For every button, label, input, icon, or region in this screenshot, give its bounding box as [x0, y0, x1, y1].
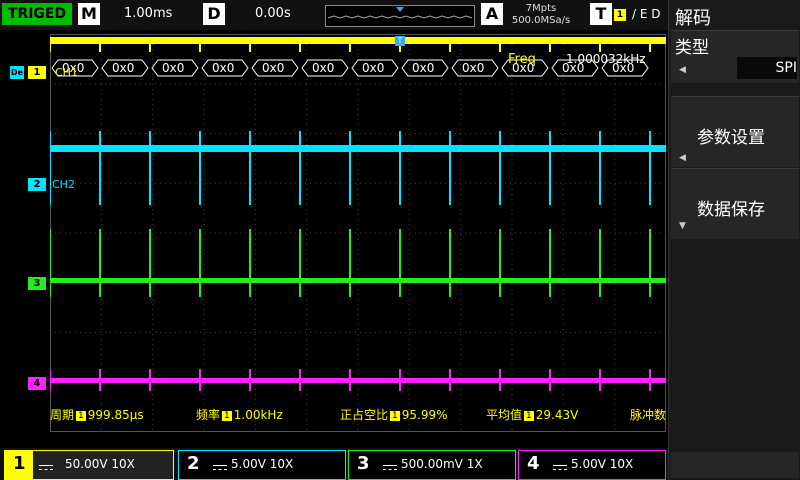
trigger-edge-type[interactable]: / E D [632, 3, 661, 25]
ch2-scale-box[interactable]: 2 5.00V 10X [178, 450, 346, 480]
ch3-marker[interactable]: 3 [28, 277, 46, 290]
menu-footer [671, 452, 799, 478]
decode-freq-label: Freq [508, 52, 536, 67]
decode-type-value: SPI [737, 57, 797, 79]
trigger-t-label: T [590, 3, 612, 25]
graticule [49, 34, 666, 432]
trigger-source-badge: 1 [614, 9, 626, 21]
memory-depth: 7Mpts [525, 3, 557, 14]
menu-title: 解码 [675, 8, 711, 29]
measure-source-badge: 1 [390, 410, 400, 421]
ch1-scale: 50.00V 10X [65, 457, 135, 471]
measure-duty[interactable]: 正占空比 1 95.99% [340, 406, 448, 423]
coupling-dc-icon [39, 465, 53, 470]
ch3-scale: 500.00mV 1X [401, 457, 483, 471]
chevron-left-icon: ◀ [679, 65, 686, 75]
decode-tag[interactable]: De [10, 66, 24, 79]
decode-byte: 0x0 [212, 61, 235, 75]
timebase-m-label: M [78, 3, 100, 25]
ch4-scale-box[interactable]: 4 5.00V 10X [518, 450, 666, 480]
measure-period[interactable]: 周期 1 999.85μs [50, 406, 144, 423]
ch2-scale: 5.00V 10X [231, 457, 294, 471]
ch2-trace [50, 145, 666, 152]
param-settings-button[interactable]: 参数设置 ◀ [671, 96, 799, 167]
measure-source-badge: 1 [76, 410, 86, 421]
ch1-scale-box[interactable]: 1 50.00V 10X [4, 450, 174, 480]
ch4-trace [50, 378, 666, 383]
measure-average-label: 平均值 [486, 408, 523, 422]
ch4-marker[interactable]: 4 [28, 377, 46, 390]
decode-byte: 0x0 [362, 61, 385, 75]
measure-frequency-value: 1.00kHz [233, 408, 283, 422]
timebase-value[interactable]: 1.00ms [124, 3, 172, 25]
decode-byte: 0x0 [462, 61, 485, 75]
ch1-number: 1 [13, 453, 26, 474]
decode-type-button[interactable]: 类型 ◀ SPI [671, 30, 799, 83]
ch1-label: CH1 [55, 66, 78, 79]
waveform-display[interactable] [49, 34, 666, 432]
waveform-thumbnail-icon [327, 7, 473, 19]
measure-duty-label: 正占空比 [340, 408, 389, 422]
coupling-dc-icon [213, 465, 227, 470]
decode-freq-value: 1.000032kHz [566, 52, 646, 66]
chevron-down-icon: ▼ [679, 221, 686, 231]
channel-status-bar: 1 50.00V 10X 2 5.00V 10X 3 500.00mV 1X 4… [0, 448, 668, 480]
measure-average[interactable]: 平均值 1 29.43V [486, 406, 578, 423]
measure-source-badge: 1 [222, 410, 232, 421]
trigger-status-badge: TRIGED [2, 3, 72, 25]
measure-duty-value: 95.99% [401, 408, 448, 422]
ch1-marker[interactable]: 1 [28, 66, 46, 79]
sample-rate: 500.0MSa/s [511, 15, 571, 26]
ch2-number: 2 [187, 453, 200, 474]
measure-source-badge: 1 [524, 410, 534, 421]
acquire-a-label: A [481, 3, 503, 25]
data-save-button[interactable]: 数据保存 ▼ [671, 168, 799, 239]
ch4-scale: 5.00V 10X [571, 457, 634, 471]
measure-period-value: 999.85μs [87, 408, 144, 422]
ch3-number: 3 [357, 453, 370, 474]
measure-period-label: 周期 [50, 408, 75, 422]
ch2-marker[interactable]: 2 [28, 178, 46, 191]
ch4-number: 4 [527, 453, 540, 474]
chevron-left-icon: ◀ [679, 153, 686, 163]
data-save-label: 数据保存 [697, 200, 765, 220]
ch3-trace [50, 278, 666, 283]
measure-average-value: 29.43V [535, 408, 579, 422]
measure-frequency[interactable]: 频率 1 1.00kHz [196, 406, 283, 423]
decode-byte: 0x0 [262, 61, 285, 75]
decode-byte: 0x0 [412, 61, 435, 75]
coupling-dc-icon [383, 465, 397, 470]
coupling-dc-icon [553, 465, 567, 470]
measure-frequency-label: 频率 [196, 408, 221, 422]
top-status-bar: TRIGED M 1.00ms D 0.00s A 7Mpts 500.0MSa… [0, 0, 668, 30]
memory-overview-bar[interactable] [325, 5, 475, 27]
ch2-label: CH2 [52, 178, 75, 191]
ch1-trace [50, 37, 666, 44]
decode-type-label: 类型 [675, 38, 709, 58]
decode-byte: 0x0 [112, 61, 135, 75]
decode-byte: 0x0 [162, 61, 185, 75]
trigger-position-marker-icon[interactable]: T [395, 36, 405, 46]
side-menu: 解码 类型 ◀ SPI 参数设置 ◀ 数据保存 ▼ [668, 0, 800, 480]
measure-pulse-count[interactable]: 脉冲数 [630, 406, 666, 423]
delay-d-label: D [203, 3, 225, 25]
decode-byte: 0x0 [312, 61, 335, 75]
delay-value[interactable]: 0.00s [255, 3, 291, 25]
param-settings-label: 参数设置 [697, 128, 765, 148]
ch3-scale-box[interactable]: 3 500.00mV 1X [348, 450, 516, 480]
